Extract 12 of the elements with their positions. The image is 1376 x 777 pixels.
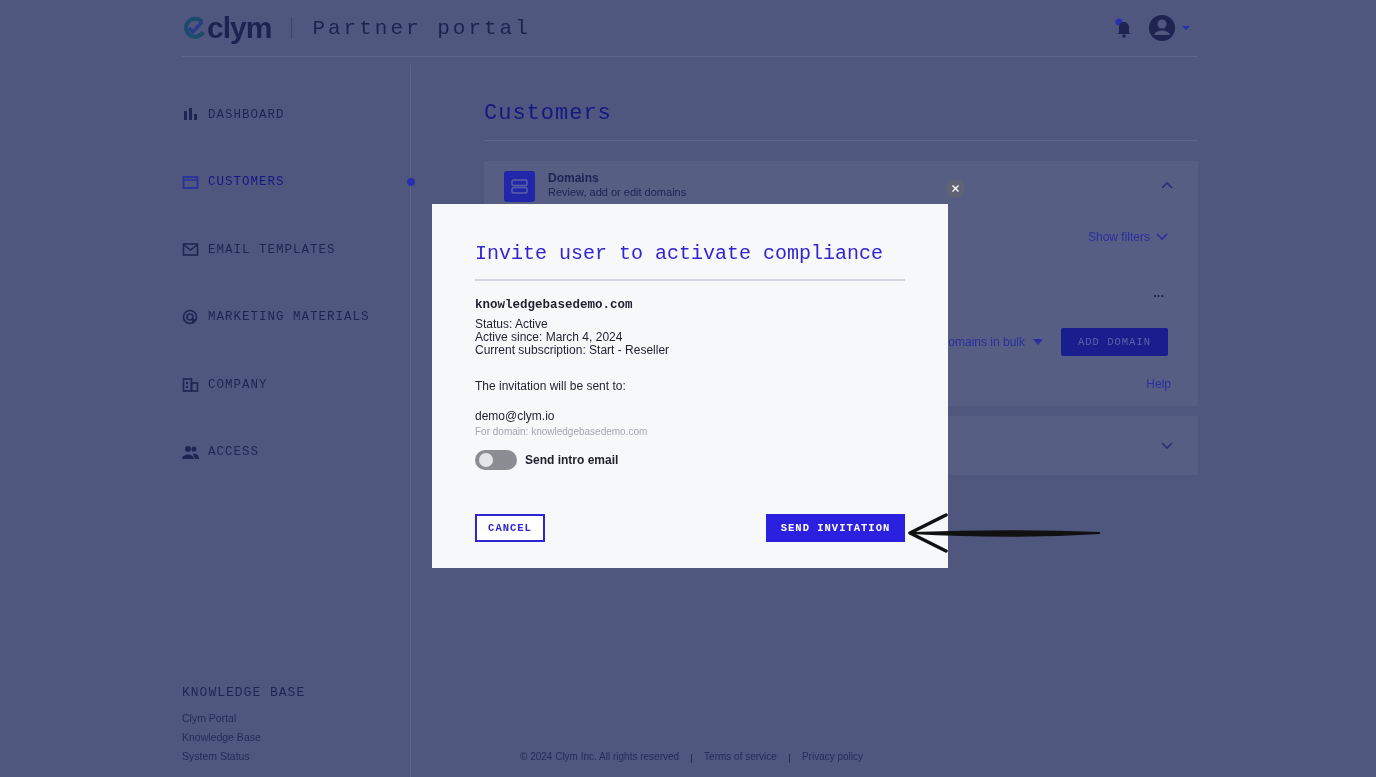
nav-label: CUSTOMERS	[208, 175, 285, 190]
domain-name: knowledgebasedemo.com	[475, 298, 634, 312]
detail-text: Current subscription: Start - Reseller	[475, 344, 671, 357]
toggle-label: Send intro email	[525, 453, 619, 467]
detail-text: Active since: March 4, 2024	[475, 331, 624, 344]
recipient-label: The invitation will be sent to:	[475, 379, 627, 393]
detail-text: Status: Active	[475, 318, 549, 331]
dialog-title: Invite user to activate compliance	[475, 242, 905, 281]
panel-title: Domains	[548, 171, 600, 185]
page-title: Customers	[484, 57, 1198, 141]
domain-hint: For domain: knowledgebasedemo.com	[475, 426, 649, 437]
email-address: demo@clym.io	[475, 409, 556, 423]
